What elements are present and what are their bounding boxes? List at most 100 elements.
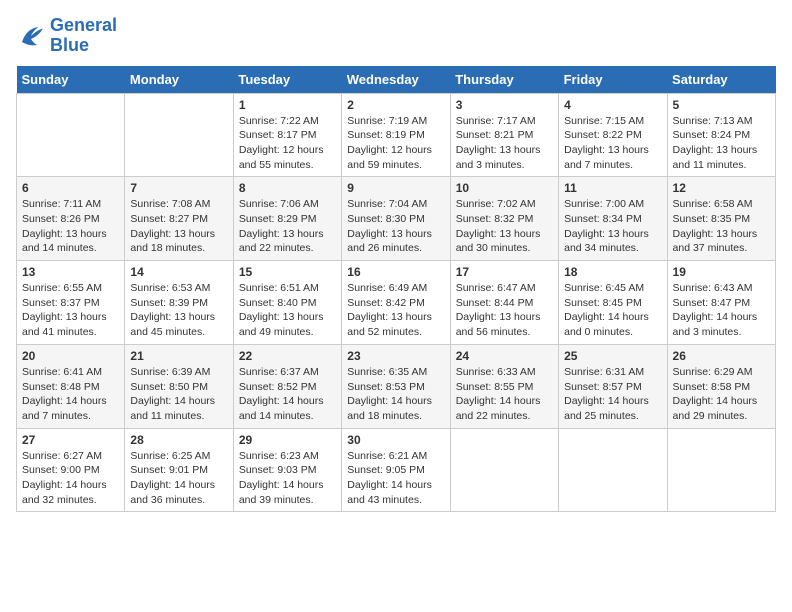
- calendar-cell: 26 Sunrise: 6:29 AM Sunset: 8:58 PM Dayli…: [667, 344, 775, 428]
- day-info: Sunrise: 6:31 AM Sunset: 8:57 PM Dayligh…: [564, 365, 661, 424]
- day-number: 4: [564, 98, 661, 112]
- day-header-friday: Friday: [559, 66, 667, 94]
- day-info: Sunrise: 7:04 AM Sunset: 8:30 PM Dayligh…: [347, 197, 444, 256]
- calendar-cell: 11 Sunrise: 7:00 AM Sunset: 8:34 PM Dayli…: [559, 177, 667, 261]
- day-number: 19: [673, 265, 770, 279]
- day-info: Sunrise: 6:33 AM Sunset: 8:55 PM Dayligh…: [456, 365, 553, 424]
- day-info: Sunrise: 6:29 AM Sunset: 8:58 PM Dayligh…: [673, 365, 770, 424]
- calendar-cell: [17, 93, 125, 177]
- day-number: 13: [22, 265, 119, 279]
- day-info: Sunrise: 6:47 AM Sunset: 8:44 PM Dayligh…: [456, 281, 553, 340]
- day-number: 27: [22, 433, 119, 447]
- day-info: Sunrise: 6:37 AM Sunset: 8:52 PM Dayligh…: [239, 365, 336, 424]
- day-number: 9: [347, 181, 444, 195]
- calendar-week-row: 27 Sunrise: 6:27 AM Sunset: 9:00 PM Dayli…: [17, 428, 776, 512]
- calendar-cell: 6 Sunrise: 7:11 AM Sunset: 8:26 PM Daylig…: [17, 177, 125, 261]
- calendar-cell: 3 Sunrise: 7:17 AM Sunset: 8:21 PM Daylig…: [450, 93, 558, 177]
- day-info: Sunrise: 6:43 AM Sunset: 8:47 PM Dayligh…: [673, 281, 770, 340]
- day-number: 12: [673, 181, 770, 195]
- day-info: Sunrise: 6:21 AM Sunset: 9:05 PM Dayligh…: [347, 449, 444, 508]
- day-header-sunday: Sunday: [17, 66, 125, 94]
- calendar-cell: [125, 93, 233, 177]
- day-info: Sunrise: 6:23 AM Sunset: 9:03 PM Dayligh…: [239, 449, 336, 508]
- day-info: Sunrise: 7:08 AM Sunset: 8:27 PM Dayligh…: [130, 197, 227, 256]
- day-number: 5: [673, 98, 770, 112]
- day-number: 22: [239, 349, 336, 363]
- calendar-cell: 23 Sunrise: 6:35 AM Sunset: 8:53 PM Dayli…: [342, 344, 450, 428]
- calendar-cell: 27 Sunrise: 6:27 AM Sunset: 9:00 PM Dayli…: [17, 428, 125, 512]
- calendar-header-row: SundayMondayTuesdayWednesdayThursdayFrid…: [17, 66, 776, 94]
- calendar-cell: 9 Sunrise: 7:04 AM Sunset: 8:30 PM Daylig…: [342, 177, 450, 261]
- calendar-week-row: 13 Sunrise: 6:55 AM Sunset: 8:37 PM Dayli…: [17, 261, 776, 345]
- calendar-cell: 15 Sunrise: 6:51 AM Sunset: 8:40 PM Dayli…: [233, 261, 341, 345]
- calendar-cell: 12 Sunrise: 6:58 AM Sunset: 8:35 PM Dayli…: [667, 177, 775, 261]
- day-number: 8: [239, 181, 336, 195]
- day-header-saturday: Saturday: [667, 66, 775, 94]
- calendar-cell: 4Sunrise: 7:15 AM Sunset: 8:22 PM Daylig…: [559, 93, 667, 177]
- day-number: 25: [564, 349, 661, 363]
- calendar-cell: 30 Sunrise: 6:21 AM Sunset: 9:05 PM Dayli…: [342, 428, 450, 512]
- day-number: 6: [22, 181, 119, 195]
- calendar-cell: 10 Sunrise: 7:02 AM Sunset: 8:32 PM Dayli…: [450, 177, 558, 261]
- day-info: Sunrise: 6:58 AM Sunset: 8:35 PM Dayligh…: [673, 197, 770, 256]
- day-info: Sunrise: 7:17 AM Sunset: 8:21 PM Dayligh…: [456, 114, 553, 173]
- day-number: 28: [130, 433, 227, 447]
- day-number: 18: [564, 265, 661, 279]
- day-number: 3: [456, 98, 553, 112]
- day-info: Sunrise: 6:39 AM Sunset: 8:50 PM Dayligh…: [130, 365, 227, 424]
- logo-text-blue: Blue: [50, 36, 117, 56]
- day-header-wednesday: Wednesday: [342, 66, 450, 94]
- day-info: Sunrise: 6:25 AM Sunset: 9:01 PM Dayligh…: [130, 449, 227, 508]
- calendar-cell: 18 Sunrise: 6:45 AM Sunset: 8:45 PM Dayli…: [559, 261, 667, 345]
- calendar-cell: 13 Sunrise: 6:55 AM Sunset: 8:37 PM Dayli…: [17, 261, 125, 345]
- calendar-cell: [667, 428, 775, 512]
- calendar-cell: 29 Sunrise: 6:23 AM Sunset: 9:03 PM Dayli…: [233, 428, 341, 512]
- day-info: Sunrise: 7:22 AM Sunset: 8:17 PM Dayligh…: [239, 114, 336, 173]
- day-number: 30: [347, 433, 444, 447]
- calendar-week-row: 6 Sunrise: 7:11 AM Sunset: 8:26 PM Daylig…: [17, 177, 776, 261]
- day-info: Sunrise: 6:49 AM Sunset: 8:42 PM Dayligh…: [347, 281, 444, 340]
- day-number: 21: [130, 349, 227, 363]
- day-info: Sunrise: 6:27 AM Sunset: 9:00 PM Dayligh…: [22, 449, 119, 508]
- day-number: 24: [456, 349, 553, 363]
- calendar-cell: 22 Sunrise: 6:37 AM Sunset: 8:52 PM Dayli…: [233, 344, 341, 428]
- day-info: Sunrise: 6:51 AM Sunset: 8:40 PM Dayligh…: [239, 281, 336, 340]
- day-info: Sunrise: 7:19 AM Sunset: 8:19 PM Dayligh…: [347, 114, 444, 173]
- calendar-cell: [559, 428, 667, 512]
- calendar-cell: [450, 428, 558, 512]
- day-number: 2: [347, 98, 444, 112]
- day-number: 7: [130, 181, 227, 195]
- day-header-tuesday: Tuesday: [233, 66, 341, 94]
- day-info: Sunrise: 7:06 AM Sunset: 8:29 PM Dayligh…: [239, 197, 336, 256]
- calendar-cell: 8 Sunrise: 7:06 AM Sunset: 8:29 PM Daylig…: [233, 177, 341, 261]
- day-number: 17: [456, 265, 553, 279]
- day-number: 15: [239, 265, 336, 279]
- calendar-cell: 7 Sunrise: 7:08 AM Sunset: 8:27 PM Daylig…: [125, 177, 233, 261]
- day-number: 16: [347, 265, 444, 279]
- calendar-cell: 24 Sunrise: 6:33 AM Sunset: 8:55 PM Dayli…: [450, 344, 558, 428]
- calendar-cell: 2 Sunrise: 7:19 AM Sunset: 8:19 PM Daylig…: [342, 93, 450, 177]
- day-info: Sunrise: 6:53 AM Sunset: 8:39 PM Dayligh…: [130, 281, 227, 340]
- logo: General Blue: [16, 16, 117, 56]
- day-info: Sunrise: 6:55 AM Sunset: 8:37 PM Dayligh…: [22, 281, 119, 340]
- page-header: General Blue: [16, 16, 776, 56]
- calendar-cell: 20 Sunrise: 6:41 AM Sunset: 8:48 PM Dayli…: [17, 344, 125, 428]
- day-number: 23: [347, 349, 444, 363]
- day-info: Sunrise: 7:00 AM Sunset: 8:34 PM Dayligh…: [564, 197, 661, 256]
- day-number: 20: [22, 349, 119, 363]
- day-info: Sunrise: 6:41 AM Sunset: 8:48 PM Dayligh…: [22, 365, 119, 424]
- day-info: Sunrise: 7:02 AM Sunset: 8:32 PM Dayligh…: [456, 197, 553, 256]
- day-header-thursday: Thursday: [450, 66, 558, 94]
- day-info: Sunrise: 6:35 AM Sunset: 8:53 PM Dayligh…: [347, 365, 444, 424]
- calendar-cell: 16 Sunrise: 6:49 AM Sunset: 8:42 PM Dayli…: [342, 261, 450, 345]
- day-info: Sunrise: 7:11 AM Sunset: 8:26 PM Dayligh…: [22, 197, 119, 256]
- calendar-cell: 25 Sunrise: 6:31 AM Sunset: 8:57 PM Dayli…: [559, 344, 667, 428]
- calendar-cell: 28 Sunrise: 6:25 AM Sunset: 9:01 PM Dayli…: [125, 428, 233, 512]
- day-number: 11: [564, 181, 661, 195]
- day-info: Sunrise: 6:45 AM Sunset: 8:45 PM Dayligh…: [564, 281, 661, 340]
- day-number: 10: [456, 181, 553, 195]
- day-info: Sunrise: 7:13 AM Sunset: 8:24 PM Dayligh…: [673, 114, 770, 173]
- day-number: 26: [673, 349, 770, 363]
- day-number: 29: [239, 433, 336, 447]
- calendar-cell: 19 Sunrise: 6:43 AM Sunset: 8:47 PM Dayli…: [667, 261, 775, 345]
